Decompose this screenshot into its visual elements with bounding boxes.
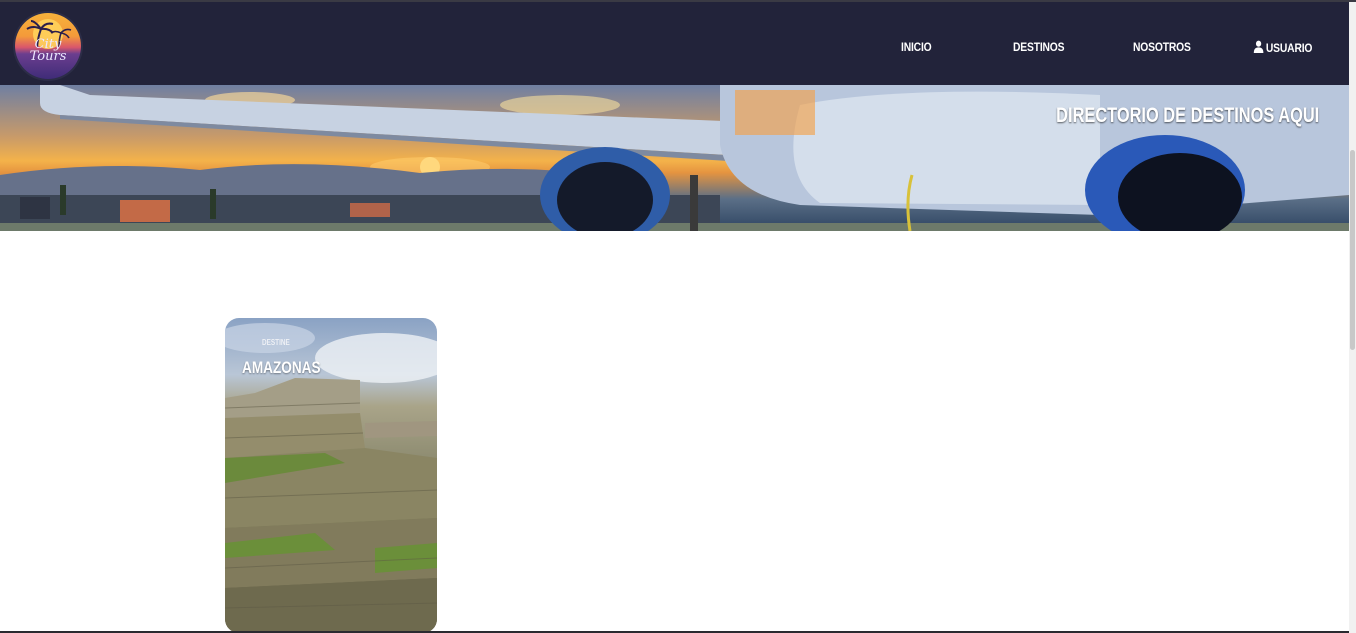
hero-banner: DIRECTORIO DE DESTINOS AQUI: [0, 85, 1349, 231]
nav-item-usuario[interactable]: USUARIO: [1253, 40, 1312, 55]
scrollbar-thumb[interactable]: [1350, 150, 1355, 350]
user-icon: [1253, 40, 1264, 53]
nav-item-inicio[interactable]: INICIO: [901, 40, 932, 54]
navbar: City Tours INICIO DESTINOS NOSOTROS USUA…: [0, 2, 1349, 85]
nav-item-usuario-label: USUARIO: [1265, 41, 1313, 55]
card-title: AMAZONAS: [242, 358, 321, 377]
hero-title: DIRECTORIO DE DESTINOS AQUI: [1055, 104, 1319, 127]
nav-item-destinos[interactable]: DESTINOS: [1013, 40, 1065, 54]
nav-item-nosotros[interactable]: NOSOTROS: [1133, 40, 1191, 54]
card-label: DESTINE: [262, 338, 290, 347]
destination-card-amazonas[interactable]: DESTINE AMAZONAS: [225, 318, 437, 633]
city-tours-logo[interactable]: City Tours: [15, 13, 81, 79]
logo-text: City Tours: [29, 37, 67, 64]
